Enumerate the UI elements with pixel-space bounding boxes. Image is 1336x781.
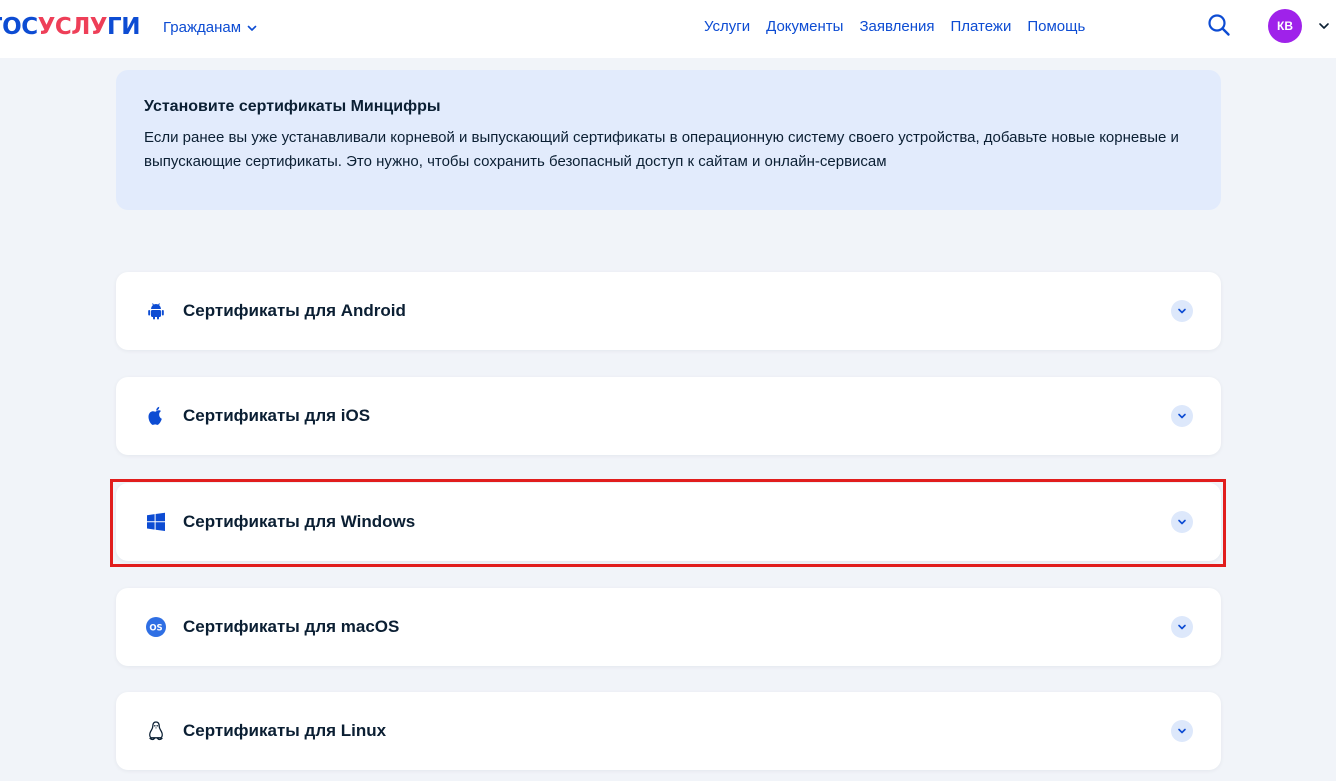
chevron-down-icon[interactable] — [1171, 511, 1193, 533]
accordion-label: Сертификаты для macOS — [183, 617, 400, 636]
citizens-label: Гражданам — [163, 19, 242, 36]
apple-icon — [145, 405, 167, 427]
logo-part-2: УСЛУ — [37, 14, 108, 40]
macos-icon: OS — [145, 616, 167, 638]
logo-part-3: ГИ — [107, 14, 140, 40]
nav-link-documents[interactable]: Документы — [766, 17, 843, 37]
accordion-item-macos[interactable]: OS Сертификаты для macOS — [116, 588, 1221, 666]
citizens-dropdown[interactable]: Гражданам — [163, 18, 257, 38]
android-icon — [145, 300, 167, 322]
accordion-label: Сертификаты для Android — [183, 301, 406, 320]
accordion-label: Сертификаты для Windows — [183, 512, 416, 531]
accordion-label: Сертификаты для Linux — [183, 721, 387, 740]
accordion-label: Сертификаты для iOS — [183, 406, 371, 425]
accordion-item-ios[interactable]: Сертификаты для iOS — [116, 377, 1221, 455]
top-header: ГОСУСЛУГИ Гражданам Услуги Документы Зая… — [0, 0, 1336, 58]
banner-title: Установите сертификаты Минцифры — [144, 98, 441, 115]
avatar[interactable]: КВ — [1268, 9, 1302, 43]
linux-icon — [145, 720, 167, 742]
info-banner: Установите сертификаты Минцифры Если ран… — [116, 70, 1221, 210]
accordion-item-android[interactable]: Сертификаты для Android — [116, 272, 1221, 350]
chevron-down-icon — [247, 25, 257, 31]
banner-text: Если ранее вы уже устанавливали корневой… — [144, 129, 1179, 170]
chevron-down-icon[interactable] — [1171, 720, 1193, 742]
chevron-down-icon[interactable] — [1171, 300, 1193, 322]
gosuslugi-logo[interactable]: ГОСУСЛУГИ — [0, 12, 140, 42]
macos-icon-text: OS — [149, 624, 162, 634]
logo-part-1: ГОС — [0, 14, 38, 40]
accordion-item-linux[interactable]: Сертификаты для Linux — [116, 692, 1221, 770]
main-nav: Услуги Документы Заявления Платежи Помощ… — [704, 17, 1085, 37]
chevron-down-icon[interactable] — [1318, 20, 1330, 32]
avatar-initials: КВ — [1277, 19, 1293, 33]
search-icon[interactable] — [1206, 12, 1232, 38]
windows-icon — [145, 511, 167, 533]
chevron-down-icon[interactable] — [1171, 616, 1193, 638]
nav-link-payments[interactable]: Платежи — [951, 17, 1012, 37]
chevron-down-icon[interactable] — [1171, 405, 1193, 427]
accordion-item-windows[interactable]: Сертификаты для Windows — [116, 483, 1221, 561]
nav-link-help[interactable]: Помощь — [1027, 17, 1085, 37]
nav-link-services[interactable]: Услуги — [704, 17, 750, 37]
nav-link-applications[interactable]: Заявления — [859, 17, 934, 37]
